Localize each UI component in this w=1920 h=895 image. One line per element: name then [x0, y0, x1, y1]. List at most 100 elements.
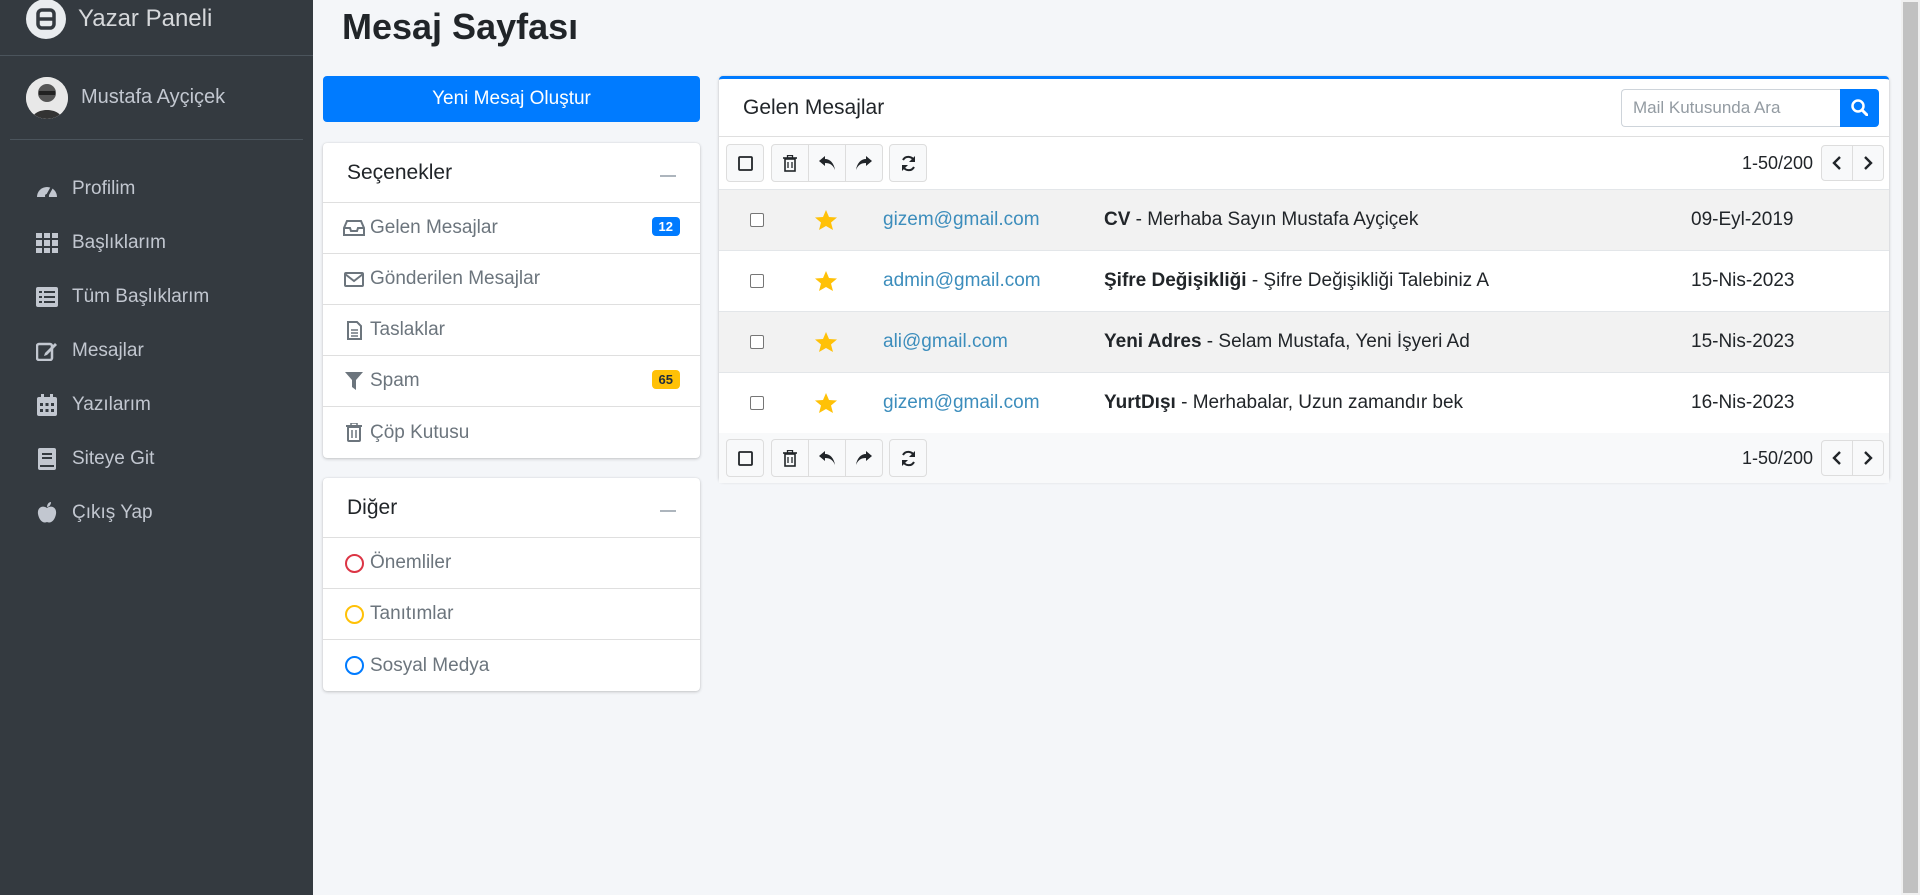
mail-subject-title: CV [1104, 209, 1131, 230]
refresh-icon [901, 450, 915, 466]
user-name: Mustafa Ayçiçek [81, 86, 226, 108]
delete-button[interactable] [771, 439, 809, 477]
checkbox-icon [737, 155, 753, 171]
chevron-left-icon [1832, 451, 1841, 465]
label-social[interactable]: Sosyal Medya [323, 640, 700, 691]
envelope-icon [343, 269, 365, 289]
mail-from[interactable]: admin@gmail.com [857, 270, 1104, 292]
mail-from[interactable]: ali@gmail.com [857, 331, 1104, 353]
sidebar-item-siteye-git[interactable]: Siteye Git [0, 432, 313, 486]
sidebar: Yazar Paneli Mustafa Ayçiçek Profilim Ba… [0, 0, 313, 895]
file-icon [343, 320, 365, 340]
sidebar-item-label: Başlıklarım [72, 232, 166, 253]
unread-badge: 12 [651, 217, 680, 236]
scrollbar-thumb[interactable] [1903, 2, 1918, 893]
inbox-icon [343, 218, 365, 238]
sidebar-item-label: Tüm Başlıklarım [72, 286, 210, 307]
page-scrollbar[interactable] [1901, 0, 1920, 895]
forward-button[interactable] [845, 144, 883, 182]
search-input[interactable] [1621, 88, 1840, 127]
mail-from[interactable]: gizem@gmail.com [857, 209, 1104, 231]
next-page-button[interactable] [1852, 440, 1884, 476]
select-all-button[interactable] [726, 144, 764, 182]
mail-subject-title: Şifre Değişikliği [1104, 270, 1247, 291]
mail-subject[interactable]: Yeni Adres - Selam Mustafa, Yeni İşyeri … [1104, 331, 1684, 353]
pager-top: 1-50/200 [1742, 145, 1884, 181]
avatar [26, 76, 68, 119]
reply-button[interactable] [808, 144, 846, 182]
folder-inbox[interactable]: Gelen Mesajlar 12 [323, 203, 700, 254]
mail-subject[interactable]: YurtDışı - Merhabalar, Uzun zamandır bek [1104, 392, 1684, 414]
mail-row[interactable]: gizem@gmail.com YurtDışı - Merhabalar, U… [719, 372, 1889, 433]
folder-label: Gelen Mesajlar [370, 217, 498, 238]
collapse-icon[interactable] [660, 174, 676, 177]
folder-label: Spam [370, 370, 420, 391]
row-checkbox[interactable] [749, 335, 764, 349]
refresh-icon [901, 155, 915, 171]
next-page-button[interactable] [1852, 145, 1884, 181]
label-promotions[interactable]: Tanıtımlar [323, 589, 700, 640]
reply-button[interactable] [808, 439, 846, 477]
forward-button[interactable] [845, 439, 883, 477]
sidebar-item-cikis-yap[interactable]: Çıkış Yap [0, 486, 313, 540]
search-icon [1851, 99, 1868, 116]
prev-page-button[interactable] [1821, 145, 1853, 181]
other-card-header: Diğer [323, 478, 700, 538]
sidebar-item-mesajlar[interactable]: Mesajlar [0, 324, 313, 378]
mail-row[interactable]: ali@gmail.com Yeni Adres - Selam Mustafa… [719, 311, 1889, 372]
folder-sent[interactable]: Gönderilen Mesajlar [323, 254, 700, 305]
folder-label: Gönderilen Mesajlar [370, 268, 541, 289]
select-all-button[interactable] [726, 439, 764, 477]
row-checkbox[interactable] [749, 274, 764, 288]
filter-icon [343, 371, 365, 391]
calendar-icon [35, 394, 59, 416]
mailbox-header: Gelen Mesajlar [719, 79, 1889, 137]
label-text: Önemliler [370, 552, 452, 573]
star-icon[interactable] [814, 209, 838, 231]
mail-from[interactable]: gizem@gmail.com [857, 392, 1104, 414]
pager-text: 1-50/200 [1741, 447, 1813, 468]
star-icon[interactable] [814, 392, 838, 414]
row-checkbox[interactable] [749, 396, 764, 410]
label-important[interactable]: Önemliler [323, 538, 700, 589]
refresh-button[interactable] [889, 144, 927, 182]
mail-subject[interactable]: Şifre Değişikliği - Şifre Değişikliği Ta… [1104, 270, 1684, 292]
mail-date: 15-Nis-2023 [1691, 270, 1795, 291]
pager-buttons [1821, 145, 1884, 181]
chevron-left-icon [1832, 156, 1841, 170]
search-button[interactable] [1840, 88, 1879, 127]
mail-date: 16-Nis-2023 [1691, 392, 1795, 413]
spam-badge: 65 [651, 370, 680, 389]
mail-subject-title: Yeni Adres [1104, 331, 1202, 352]
prev-page-button[interactable] [1821, 440, 1853, 476]
mail-preview: - Merhabalar, Uzun zamandır bek [1175, 392, 1464, 413]
row-checkbox[interactable] [749, 213, 764, 227]
star-icon[interactable] [814, 331, 838, 353]
list-icon [35, 286, 59, 308]
refresh-button[interactable] [889, 439, 927, 477]
delete-button[interactable] [771, 144, 809, 182]
folder-drafts[interactable]: Taslaklar [323, 305, 700, 356]
compose-button[interactable]: Yeni Mesaj Oluştur [323, 76, 700, 122]
sidebar-item-tum-basliklarim[interactable]: Tüm Başlıklarım [0, 270, 313, 324]
other-card: Diğer Önemliler Tanıtımlar Sosyal Medya [323, 478, 700, 691]
mail-subject[interactable]: CV - Merhaba Sayın Mustafa Ayçiçek [1104, 209, 1684, 231]
mailbox-toolbar-top: 1-50/200 [719, 137, 1889, 189]
sidebar-item-yazilarim[interactable]: Yazılarım [0, 378, 313, 432]
brand-title: Yazar Paneli [78, 4, 213, 32]
brand[interactable]: Yazar Paneli [0, 0, 313, 56]
sidebar-item-basliklarim[interactable]: Başlıklarım [0, 216, 313, 270]
search-group [1621, 88, 1879, 127]
user-panel[interactable]: Mustafa Ayçiçek [10, 56, 303, 140]
folder-spam[interactable]: Spam 65 [323, 356, 700, 407]
folder-trash[interactable]: Çöp Kutusu [323, 407, 700, 458]
sidebar-item-label: Yazılarım [72, 394, 151, 415]
mail-row[interactable]: gizem@gmail.com CV - Merhaba Sayın Musta… [719, 189, 1889, 250]
reply-icon [819, 156, 835, 170]
sidebar-item-label: Mesajlar [72, 340, 144, 361]
collapse-icon[interactable] [660, 509, 676, 512]
mail-row[interactable]: admin@gmail.com Şifre Değişikliği - Şifr… [719, 250, 1889, 311]
label-text: Sosyal Medya [370, 654, 490, 676]
sidebar-item-profilim[interactable]: Profilim [0, 162, 313, 216]
star-icon[interactable] [814, 270, 838, 292]
